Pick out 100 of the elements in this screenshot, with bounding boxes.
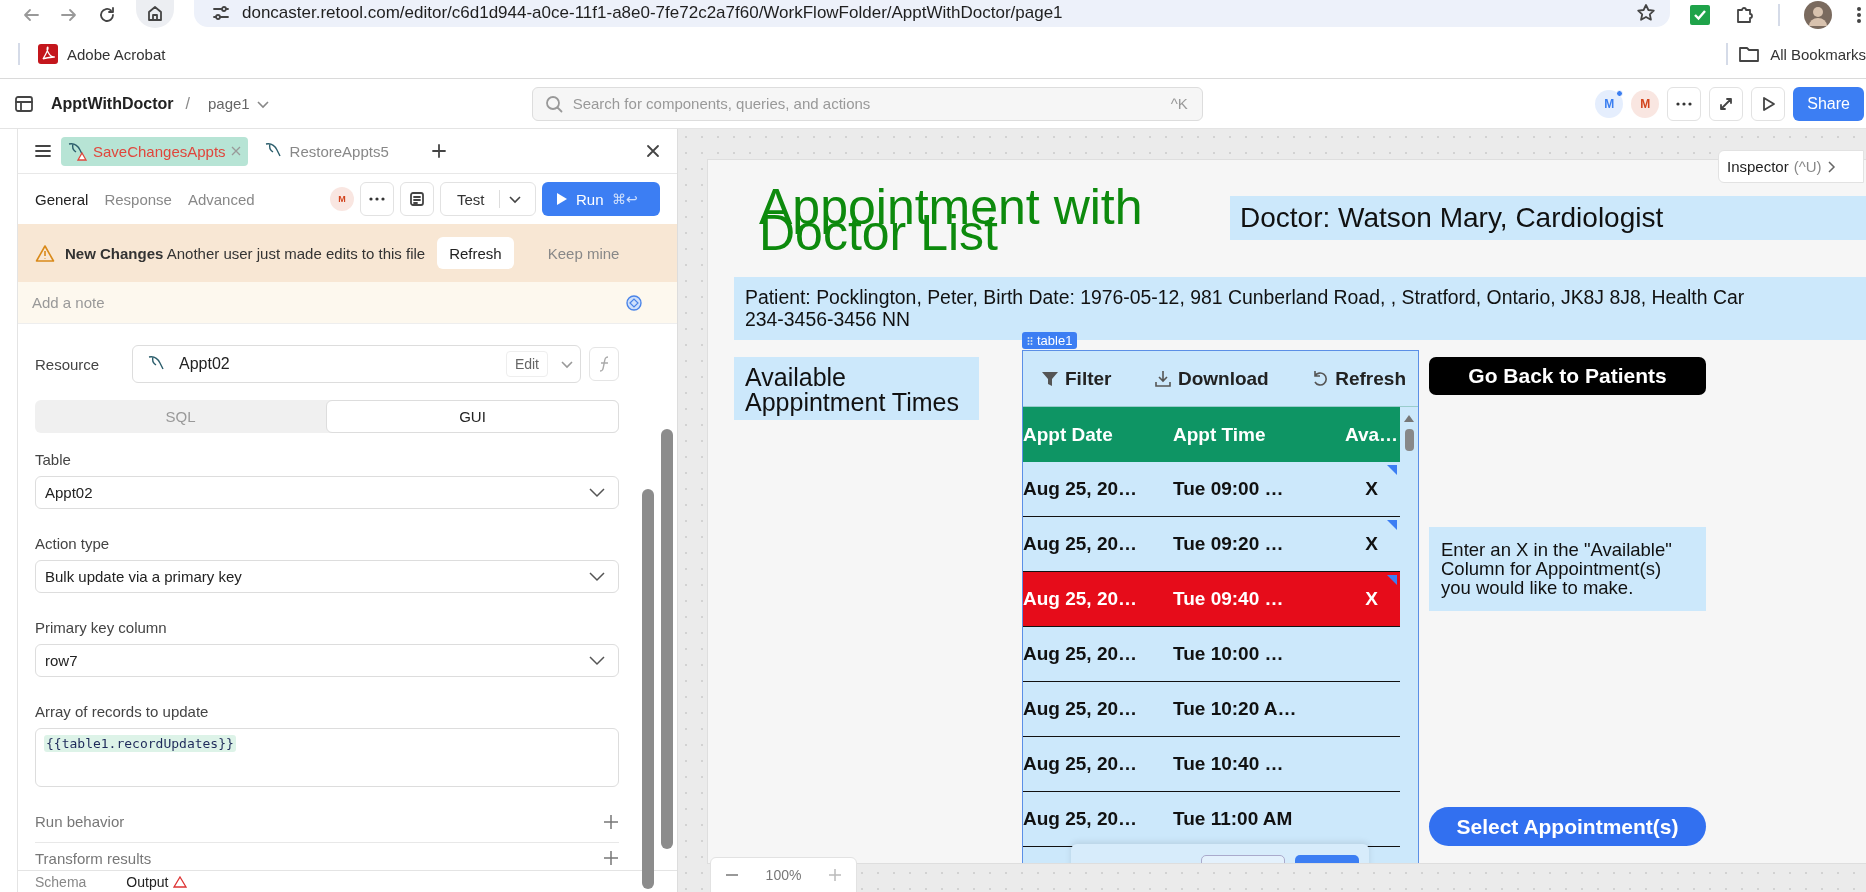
- play-icon: [1760, 95, 1777, 112]
- output-tab[interactable]: Schema: [35, 873, 87, 890]
- page-selector[interactable]: page1: [201, 94, 276, 113]
- document-icon: [409, 191, 425, 207]
- menu-icon[interactable]: [1856, 5, 1862, 25]
- table-cell-text: Aug 25, 20…: [1023, 588, 1139, 610]
- column-header[interactable]: Ava…: [1343, 423, 1400, 446]
- function-icon: [597, 355, 611, 373]
- chevron-down-icon: [588, 486, 606, 499]
- checkmark-extension-icon[interactable]: [1690, 5, 1710, 25]
- help-text: Enter an X in the "Available" Column for Appointment(s) you would like to make.: [1429, 527, 1706, 611]
- folder-icon: [1738, 45, 1761, 63]
- table-row[interactable]: Aug 25, 20… Tue 10:20 A…: [1023, 682, 1400, 737]
- site-settings-icon: [212, 5, 230, 21]
- zoom-level: 100%: [765, 867, 802, 883]
- add-icon[interactable]: [430, 143, 447, 159]
- doctor-label: Doctor: Watson Mary, Cardiologist: [1230, 196, 1866, 240]
- table-row[interactable]: Aug 25, 20… Tue 09:00 … X: [1023, 462, 1400, 517]
- field-label: Primary key column: [35, 619, 168, 636]
- play-icon: [556, 192, 568, 206]
- refresh-icon: [1311, 369, 1330, 388]
- dropdown[interactable]: Appt02: [35, 476, 619, 509]
- table-cell-text: Tue 11:00 AM: [1173, 808, 1294, 830]
- table-cell-text: Tue 09:40 …: [1173, 588, 1285, 610]
- table-row[interactable]: Aug 25, 20… Tue 10:00 …: [1023, 627, 1400, 682]
- section-tab[interactable]: Advanced: [187, 190, 255, 208]
- expand-plus-icon[interactable]: [603, 850, 619, 866]
- share-button[interactable]: Share: [1793, 86, 1864, 121]
- query-tab[interactable]: RestoreAppts5: [257, 136, 395, 166]
- table-cell-text: Tue 09:20 …: [1173, 533, 1285, 555]
- address-bar[interactable]: doncaster.retool.com/editor/c6d1d944-a0ce-11f1-a8e0-7fe72c2a7f60/WorkFlowFolder/ApptWithDoctor/page1: [194, 0, 1670, 27]
- test-button[interactable]: Test: [440, 182, 536, 216]
- chevron-down-icon: [507, 193, 522, 205]
- section-tab[interactable]: Response: [104, 190, 172, 208]
- download-icon: [1153, 369, 1172, 388]
- field-label: Array of records to update: [35, 703, 210, 720]
- app-name[interactable]: ApptWithDoctor: [51, 94, 174, 113]
- url-text: doncaster.retool.com/editor/c6d1d944-a0ce-11f1-a8e0-7fe72c2a7f60/WorkFlowFolder/ApptWithDoctor/page1: [242, 3, 1064, 23]
- ai-sparkle-icon[interactable]: [625, 293, 643, 312]
- home-icon: [146, 4, 164, 22]
- reload-icon[interactable]: [98, 6, 116, 24]
- user-avatar: M: [1631, 89, 1660, 118]
- user-avatar: M: [330, 187, 354, 211]
- table-row[interactable]: Aug 25, 20… Tue 09:40 … X: [1023, 572, 1400, 627]
- more-icon: [1676, 101, 1693, 106]
- mode-option[interactable]: GUI: [326, 400, 619, 433]
- bookmark-label: Adobe Acrobat: [67, 45, 166, 63]
- table-toolbar-button[interactable]: Download: [1153, 367, 1269, 390]
- expand-plus-icon[interactable]: [603, 813, 619, 830]
- table-toolbar-button[interactable]: Filter: [1041, 367, 1112, 390]
- close-icon[interactable]: [646, 144, 660, 158]
- table-cell-text: Aug 25, 20…: [1023, 478, 1139, 500]
- chevron-down-icon[interactable]: [560, 358, 574, 370]
- edit-button[interactable]: Edit: [505, 351, 548, 377]
- resource-field[interactable]: Appt02 Edit: [132, 345, 581, 383]
- table-cell-text: Aug 25, 20…: [1023, 753, 1139, 775]
- table-row[interactable]: Aug 25, 20… Tue 10:40 …: [1023, 737, 1400, 792]
- notes-button[interactable]: [400, 182, 434, 216]
- expand-button[interactable]: [1709, 86, 1744, 121]
- table-cell-text: Tue 10:20 A…: [1173, 698, 1298, 720]
- scrollbar: [1402, 413, 1416, 453]
- dropdown[interactable]: Bulk update via a primary key: [35, 560, 619, 593]
- table-toolbar-button[interactable]: Refresh: [1311, 367, 1406, 390]
- expand-icon: [1718, 95, 1735, 112]
- profile-avatar-icon[interactable]: [1804, 1, 1832, 29]
- back-button[interactable]: Go Back to Patients: [1429, 357, 1706, 395]
- section-tab[interactable]: General: [35, 190, 89, 208]
- column-header[interactable]: Appt Time: [1173, 423, 1343, 446]
- more-button[interactable]: [360, 182, 394, 216]
- table-cell-text: X: [1364, 588, 1379, 610]
- chevron-down-icon: [588, 570, 606, 583]
- bookmark-star-icon[interactable]: [1636, 3, 1656, 23]
- field-label: Action type: [35, 535, 111, 552]
- more-button[interactable]: [1667, 86, 1702, 121]
- column-header[interactable]: Appt Date: [1023, 423, 1173, 446]
- warning-message: New Changes Another user just made edits to this file: [65, 244, 426, 262]
- extensions-icon[interactable]: [1734, 5, 1754, 25]
- section-title[interactable]: Run behavior: [35, 813, 125, 830]
- output-tab[interactable]: Output: [126, 873, 188, 890]
- home-button[interactable]: [136, 0, 174, 28]
- run-button[interactable]: Run ⌘↩: [542, 182, 660, 216]
- function-button[interactable]: [589, 347, 619, 381]
- dropdown[interactable]: row7: [35, 644, 619, 677]
- refresh-button[interactable]: Refresh: [437, 237, 514, 269]
- back-icon[interactable]: [22, 6, 40, 24]
- user-avatar: M: [1595, 89, 1624, 118]
- warning-icon: [35, 244, 55, 262]
- select-button[interactable]: Select Appointment(s): [1429, 807, 1706, 846]
- section-title[interactable]: Transform results: [35, 849, 152, 867]
- filter-icon: [1041, 369, 1059, 388]
- forward-icon[interactable]: [60, 6, 78, 24]
- layout-icon[interactable]: [14, 94, 34, 113]
- menu-icon[interactable]: [35, 144, 51, 158]
- all-bookmarks-link[interactable]: All Bookmarks: [1770, 45, 1866, 63]
- bookmark-link[interactable]: Adobe Acrobat: [38, 44, 166, 64]
- shortcut-hint: ^K: [1170, 95, 1188, 112]
- preview-button[interactable]: [1751, 86, 1786, 121]
- search-placeholder: Search for components, queries, and actions: [572, 95, 872, 112]
- inspector-button[interactable]: Inspector (^U): [1718, 150, 1864, 183]
- code-editor[interactable]: {{table1.recordUpdates}}: [35, 728, 619, 787]
